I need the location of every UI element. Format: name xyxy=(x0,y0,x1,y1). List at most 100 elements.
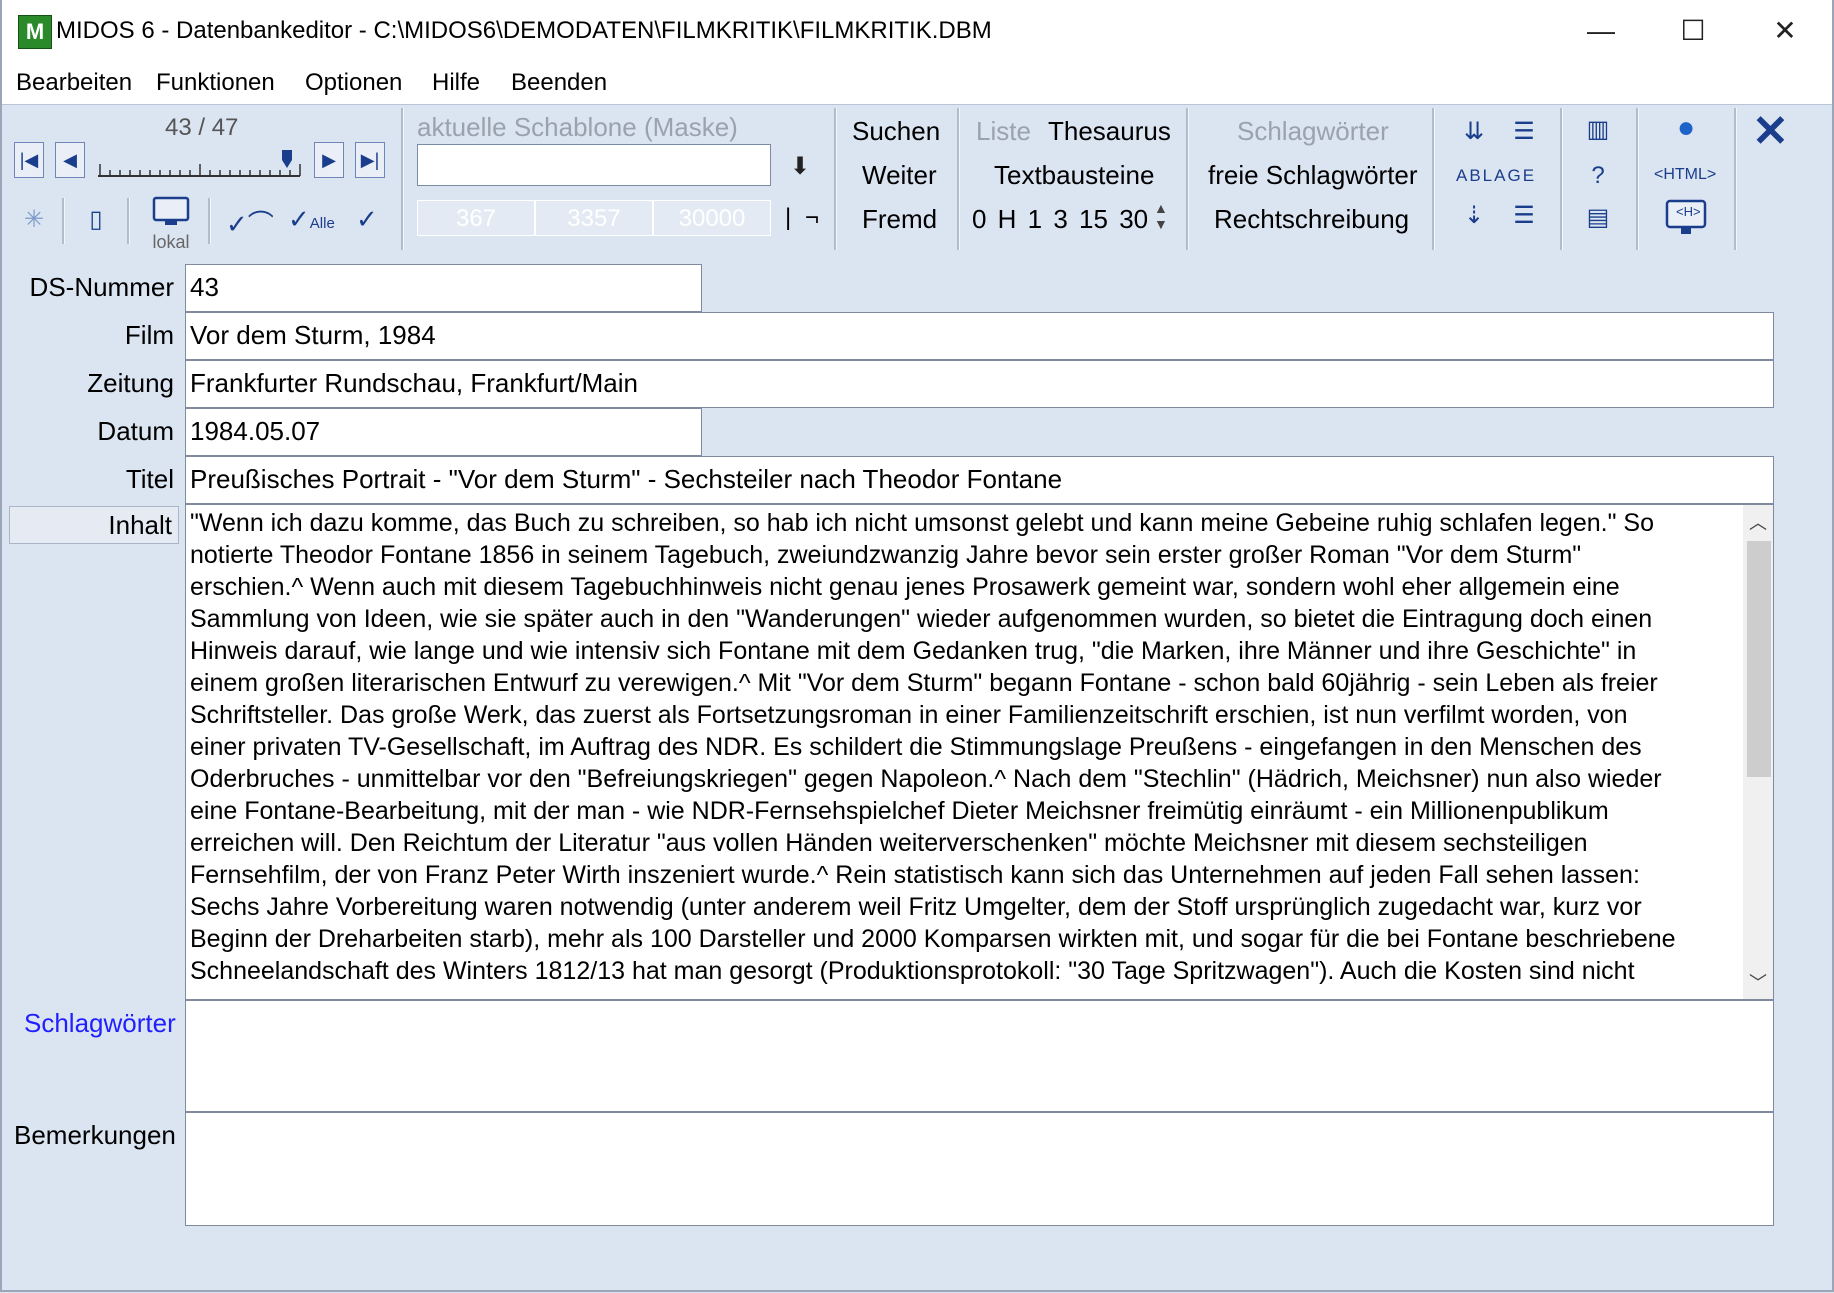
level-spinner-icon[interactable]: ▲ ▼ xyxy=(1154,200,1168,232)
app-icon: M xyxy=(18,15,52,49)
datum-label: Datum xyxy=(97,416,174,446)
schlagwoerter-label[interactable]: Schlagwörter xyxy=(24,1008,176,1039)
slider-track-icon xyxy=(98,150,301,177)
field-check-icon[interactable]: ✓⌒ xyxy=(226,204,274,241)
inhalt-line: Hinweis darauf, wie lange und wie intens… xyxy=(190,637,1637,665)
inhalt-line: eine Fontane-Bearbeitung, mit der man - … xyxy=(190,797,1609,825)
record-counter: 43 / 47 xyxy=(165,114,239,141)
zeitung-field[interactable]: Frankfurter Rundschau, Frankfurt/Main xyxy=(185,360,1774,408)
template-return-glyph: ¬ xyxy=(805,204,820,231)
menu-funktionen[interactable]: Funktionen xyxy=(154,68,277,98)
help-icon[interactable]: ? xyxy=(1580,158,1616,194)
fetch-up-icon[interactable]: ⇣ xyxy=(1456,198,1492,234)
bemerkungen-label: Bemerkungen xyxy=(14,1120,176,1150)
spellcheck-button[interactable]: Rechtschreibung xyxy=(1214,204,1409,235)
inhalt-line: Schneelandschaft des Winters 1812/13 hat… xyxy=(190,957,1635,985)
textbausteine-button[interactable]: Textbausteine xyxy=(994,160,1154,191)
search-button[interactable]: Suchen xyxy=(852,116,940,147)
previous-record-button[interactable]: ◀ xyxy=(55,142,85,178)
inhalt-line: Sammlung von Ideen, wie sie später auch … xyxy=(190,605,1653,633)
record-slider[interactable] xyxy=(96,150,302,180)
menu-bearbeiten[interactable]: Bearbeiten xyxy=(14,68,134,98)
panel-icon[interactable]: ▤ xyxy=(1580,200,1616,236)
liste-button[interactable]: Liste xyxy=(976,116,1031,147)
window-title: MIDOS 6 - Datenbankeditor - C:\MIDOS6\DE… xyxy=(56,17,992,44)
html-preview-button[interactable]: <H> xyxy=(1664,198,1710,238)
local-button[interactable]: lokal xyxy=(148,196,194,251)
template-dropdown-icon[interactable]: ⬇ xyxy=(790,152,810,181)
separator xyxy=(957,108,960,250)
first-record-button[interactable]: |◀ xyxy=(14,142,44,178)
close-window-button[interactable]: ✕ xyxy=(1746,0,1824,62)
check-icon[interactable]: ✓ xyxy=(356,204,378,235)
ds-nummer-label: DS-Nummer xyxy=(29,272,174,302)
separator xyxy=(1560,108,1563,250)
first-icon: |◀ xyxy=(19,150,39,170)
film-field[interactable]: Vor dem Sturm, 1984 xyxy=(185,312,1774,360)
inhalt-line: Schriftsteller. Das große Werk, das zuer… xyxy=(190,701,1628,729)
template-number-3: 30000 xyxy=(653,200,771,236)
ablage-label: ABLAGE xyxy=(1456,166,1537,185)
separator xyxy=(1432,108,1435,250)
datum-field[interactable]: 1984.05.07 xyxy=(185,408,702,456)
inhalt-label[interactable]: Inhalt xyxy=(9,506,179,544)
maximize-button[interactable]: ☐ xyxy=(1654,0,1732,62)
scroll-up-icon[interactable]: ︿ xyxy=(1749,509,1767,535)
continue-search-button[interactable]: Weiter xyxy=(862,160,937,191)
separator xyxy=(208,198,211,244)
bemerkungen-field[interactable] xyxy=(185,1112,1774,1226)
keywords-button[interactable]: Schlagwörter xyxy=(1237,116,1389,147)
store-all-down-icon[interactable]: ☰ xyxy=(1506,114,1542,150)
new-record-icon[interactable]: ✳ xyxy=(16,202,52,238)
title-bar[interactable]: M MIDOS 6 - Datenbankeditor - C:\MIDOS6\… xyxy=(0,0,1834,62)
level-selector[interactable]: 0 H 1 3 15 30 xyxy=(972,204,1148,235)
scroll-down-icon[interactable]: ﹀ xyxy=(1749,969,1767,995)
film-label: Film xyxy=(124,320,174,350)
last-record-button[interactable]: ▶| xyxy=(355,142,385,178)
separator xyxy=(834,108,837,250)
inhalt-line: einer privaten TV-Gesellschaft, im Auftr… xyxy=(190,733,1642,761)
html-export-label[interactable]: <HTML> xyxy=(1654,166,1716,184)
ds-nummer-field[interactable]: 43 xyxy=(185,264,702,312)
menu-beenden[interactable]: Beenden xyxy=(509,68,609,98)
inhalt-line: Beginn der Dreharbeiten starb), mehr als… xyxy=(190,925,1676,953)
store-down-icon[interactable]: ⇊ xyxy=(1456,114,1492,150)
inhalt-line: Sechs Jahre Vorbereitung waren notwendig… xyxy=(190,893,1642,921)
previous-icon: ◀ xyxy=(63,150,77,170)
minimize-button[interactable]: — xyxy=(1562,0,1640,62)
inhalt-line: erreichen will. Den Reichtum der Literat… xyxy=(190,829,1588,857)
html-sub-label: <H> xyxy=(1676,204,1701,219)
thesaurus-button[interactable]: Thesaurus xyxy=(1048,116,1171,147)
separator xyxy=(127,198,130,244)
titel-field[interactable]: Preußisches Portrait - "Vor dem Sturm" -… xyxy=(185,456,1774,504)
free-keywords-button[interactable]: freie Schlagwörter xyxy=(1208,160,1418,191)
separator xyxy=(1734,108,1737,250)
inhalt-line: Fernsehfilm, der von Franz Peter Wirth i… xyxy=(190,861,1640,889)
menu-optionen[interactable]: Optionen xyxy=(303,68,404,98)
inhalt-line: "Wenn ich dazu komme, das Buch zu schrei… xyxy=(190,509,1654,537)
inhalt-scrollbar[interactable]: ︿ ﹀ xyxy=(1743,505,1773,999)
inhalt-line: notierte Theodor Fontane 1856 in seinem … xyxy=(190,541,1582,569)
template-input[interactable] xyxy=(417,144,771,186)
separator xyxy=(1636,108,1639,250)
list-panel-icon[interactable]: ▥ xyxy=(1580,112,1616,148)
delete-record-icon[interactable]: ▯ xyxy=(78,202,114,238)
titel-label: Titel xyxy=(125,464,174,494)
local-label: lokal xyxy=(152,232,190,252)
inhalt-textarea[interactable]: "Wenn ich dazu komme, das Buch zu schrei… xyxy=(185,504,1774,1000)
globe-icon[interactable]: ● xyxy=(1668,110,1704,146)
schlagwoerter-field[interactable] xyxy=(185,1000,1774,1112)
check-all-icon[interactable]: ✓Alle xyxy=(288,204,335,235)
menu-hilfe[interactable]: Hilfe xyxy=(430,68,482,98)
next-icon: ▶ xyxy=(322,150,336,170)
close-editor-icon[interactable]: ✕ xyxy=(1752,106,1789,157)
zeitung-label: Zeitung xyxy=(87,368,174,398)
scroll-thumb[interactable] xyxy=(1747,541,1771,777)
foreign-search-button[interactable]: Fremd xyxy=(862,204,937,235)
separator xyxy=(401,108,404,250)
fetch-all-icon[interactable]: ☰ xyxy=(1506,198,1542,234)
next-record-button[interactable]: ▶ xyxy=(314,142,344,178)
monitor-icon xyxy=(152,196,190,225)
last-icon: ▶| xyxy=(360,150,380,170)
inhalt-line: erschien.^ Wenn auch mit diesem Tagebuch… xyxy=(190,573,1620,601)
